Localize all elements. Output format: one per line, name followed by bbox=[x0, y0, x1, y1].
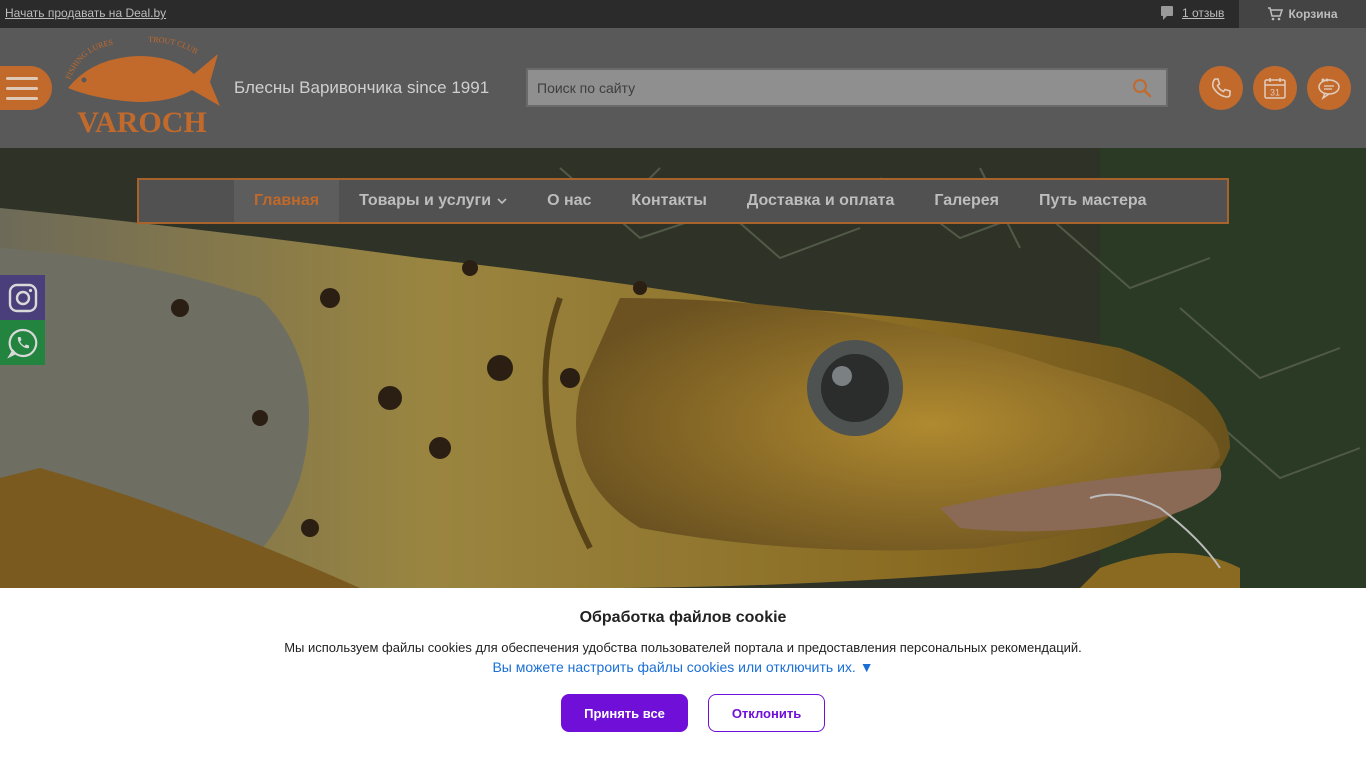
accept-all-button[interactable]: Принять все bbox=[561, 694, 688, 732]
varoch-logo[interactable]: FISHING LURES TROUT CLUB VAROCH bbox=[62, 36, 222, 136]
search-icon bbox=[1133, 78, 1152, 97]
search-button[interactable] bbox=[1118, 70, 1166, 105]
phone-icon bbox=[1211, 78, 1231, 98]
menu-line bbox=[6, 96, 38, 100]
trout-silhouette bbox=[68, 54, 220, 106]
site-header: FISHING LURES TROUT CLUB VAROCH Блесны В… bbox=[0, 28, 1366, 148]
cart-icon bbox=[1268, 7, 1284, 21]
reviews-link[interactable]: 1 отзыв bbox=[1182, 6, 1224, 20]
reviews-link-group[interactable]: 1 отзыв bbox=[1160, 5, 1224, 21]
reviews-button[interactable] bbox=[1307, 66, 1351, 110]
search-box bbox=[526, 68, 1168, 107]
nav-item-delivery[interactable]: Доставка и оплата bbox=[727, 180, 915, 222]
nav-item-home[interactable]: Главная bbox=[234, 180, 340, 222]
instagram-button[interactable] bbox=[0, 275, 45, 320]
calendar-day: 31 bbox=[1270, 88, 1280, 98]
nav-item-contacts[interactable]: Контакты bbox=[611, 180, 726, 222]
site-tagline: Блесны Варивончика since 1991 bbox=[234, 78, 490, 97]
comment-icon bbox=[1161, 6, 1173, 20]
nav-item-gallery[interactable]: Галерея bbox=[914, 180, 1019, 222]
cart-label: Корзина bbox=[1288, 7, 1338, 21]
whatsapp-button[interactable] bbox=[0, 320, 45, 365]
cookie-title: Обработка файлов cookie bbox=[579, 609, 787, 626]
menu-line bbox=[6, 86, 38, 90]
chevron-down-icon bbox=[497, 197, 507, 204]
phone-button[interactable] bbox=[1199, 66, 1243, 110]
cookie-consent-panel: Обработка файлов cookie Мы используем фа… bbox=[0, 588, 1366, 768]
cookie-settings-label: Вы можете настроить файлы cookies или от… bbox=[492, 659, 856, 675]
cart-button[interactable]: Корзина bbox=[1239, 0, 1366, 28]
nav-item-about[interactable]: О нас bbox=[527, 180, 611, 222]
start-selling-link[interactable]: Начать продавать на Deal.by bbox=[5, 6, 166, 20]
chat-quote-icon bbox=[1318, 78, 1340, 100]
whatsapp-icon bbox=[6, 328, 37, 359]
nav-item-label: Товары и услуги bbox=[359, 192, 492, 209]
search-input[interactable] bbox=[528, 70, 1118, 105]
schedule-button[interactable]: 31 bbox=[1253, 66, 1297, 110]
nav-item-products[interactable]: Товары и услуги bbox=[339, 180, 527, 222]
cookie-text: Мы используем файлы cookies для обеспече… bbox=[284, 640, 1082, 655]
menu-line bbox=[6, 76, 38, 80]
logo-text: VAROCH bbox=[77, 106, 206, 136]
logo-arc-right: TROUT CLUB bbox=[148, 36, 199, 56]
cookie-settings-arrow: ▼ bbox=[859, 659, 874, 675]
nav-item-masters-path[interactable]: Путь мастера bbox=[1019, 180, 1167, 222]
main-navigation: Главная Товары и услуги О нас Контакты Д… bbox=[137, 178, 1229, 224]
decline-button[interactable]: Отклонить bbox=[708, 694, 825, 732]
top-bar: Начать продавать на Deal.by 1 отзыв Корз… bbox=[0, 0, 1366, 28]
menu-button[interactable] bbox=[0, 66, 52, 110]
instagram-icon bbox=[8, 283, 37, 312]
calendar-icon: 31 bbox=[1264, 78, 1286, 99]
svg-text:TROUT CLUB: TROUT CLUB bbox=[148, 36, 199, 56]
cookie-settings-link[interactable]: Вы можете настроить файлы cookies или от… bbox=[0, 659, 1366, 675]
